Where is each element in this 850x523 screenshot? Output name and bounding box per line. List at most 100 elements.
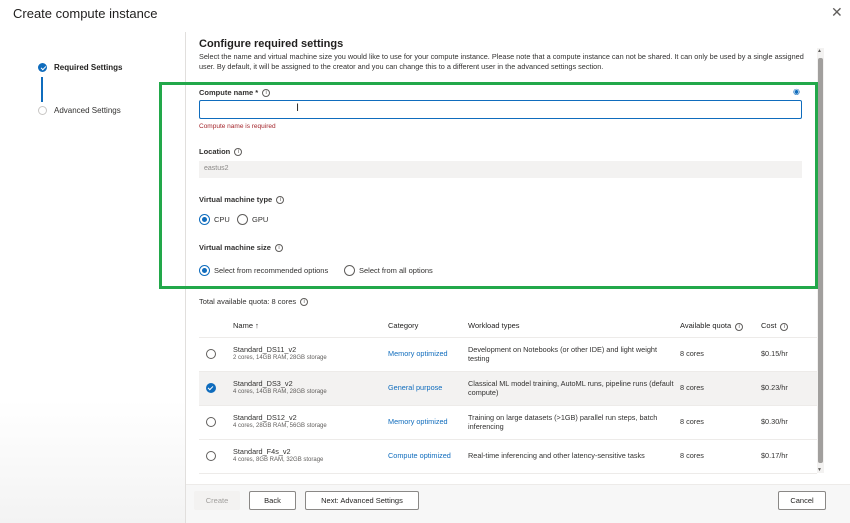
table-header-row: Name ↑ Category Workload types Available… <box>199 315 817 338</box>
vm-workload: Development on Notebooks (or other IDE) … <box>468 337 680 372</box>
row-name-cell: Standard_DS11_v2 2 cores, 14GB RAM, 28GB … <box>233 337 388 372</box>
check-circle-icon <box>38 63 47 72</box>
header-workload[interactable]: Workload types <box>468 315 680 338</box>
location-field: eastus2 <box>199 161 802 178</box>
info-icon[interactable]: i <box>262 88 271 97</box>
vm-size-table: Name ↑ Category Workload types Available… <box>199 315 817 474</box>
step-advanced-settings[interactable]: Advanced Settings <box>38 106 121 115</box>
compute-name-input[interactable]: I <box>199 100 802 119</box>
header-quota[interactable]: Available quota i <box>680 315 761 338</box>
vm-type-gpu-radio[interactable]: GPU <box>237 214 268 225</box>
vm-specs: 4 cores, 28GB RAM, 56GB storage <box>233 423 327 429</box>
radio-empty-icon <box>206 349 216 359</box>
info-icon[interactable]: i <box>735 322 744 331</box>
vm-size-recommended-radio[interactable]: Select from recommended options <box>199 265 328 276</box>
scroll-down-icon[interactable]: ▼ <box>817 467 822 473</box>
info-icon[interactable]: i <box>300 297 309 306</box>
section-description: Select the name and virtual machine size… <box>199 52 804 71</box>
vm-cost: $0.23/hr <box>761 371 817 406</box>
vm-size-label: Virtual machine size i <box>199 243 283 252</box>
row-name-cell: Standard_DS3_v2 4 cores, 14GB RAM, 28GB s… <box>233 371 388 406</box>
radio-empty-icon <box>206 417 216 427</box>
radio-selected-icon <box>199 265 210 276</box>
vm-category: Memory optimized <box>388 405 468 440</box>
radio-label: CPU <box>214 215 230 224</box>
section-title: Configure required settings <box>199 38 344 50</box>
wizard-steps: Required Settings Advanced Settings <box>0 32 186 523</box>
vm-quota: 8 cores <box>680 439 761 474</box>
radio-empty-icon <box>344 265 355 276</box>
vm-quota: 8 cores <box>680 337 761 372</box>
header-name[interactable]: Name ↑ <box>233 315 388 338</box>
vm-type-label: Virtual machine type i <box>199 195 285 204</box>
vertical-scrollbar[interactable]: ▲ ▼ <box>817 48 824 473</box>
radio-label: Select from all options <box>359 266 433 275</box>
vm-workload: Classical ML model training, AutoML runs… <box>468 371 680 406</box>
scroll-up-icon[interactable]: ▲ <box>817 48 822 54</box>
radio-empty-icon <box>237 214 248 225</box>
text-cursor-icon: I <box>296 102 300 114</box>
back-button[interactable]: Back <box>249 491 296 510</box>
vm-size-all-radio[interactable]: Select from all options <box>344 265 433 276</box>
row-name-cell: Standard_DS12_v2 4 cores, 28GB RAM, 56GB … <box>233 405 388 440</box>
vm-workload: Training on large datasets (>1GB) parall… <box>468 405 680 440</box>
table-row[interactable]: Standard_DS11_v2 2 cores, 14GB RAM, 28GB … <box>199 337 817 372</box>
next-advanced-settings-button[interactable]: Next: Advanced Settings <box>305 491 419 510</box>
quota-label: Total available quota: 8 cores i <box>199 297 309 306</box>
vm-category: Compute optimized <box>388 439 468 474</box>
vm-quota: 8 cores <box>680 405 761 440</box>
row-radio[interactable] <box>199 439 233 474</box>
dialog-footer: Create Back Next: Advanced Settings Canc… <box>186 484 850 523</box>
title-bar: Create compute instance ✕ <box>0 0 850 32</box>
info-icon[interactable]: i <box>274 243 283 252</box>
row-radio[interactable] <box>199 337 233 372</box>
header-category[interactable]: Category <box>388 315 468 338</box>
vm-category: General purpose <box>388 371 468 406</box>
vm-quota: 8 cores <box>680 371 761 406</box>
vm-cost: $0.15/hr <box>761 337 817 372</box>
info-icon[interactable]: i <box>276 195 285 204</box>
table-row[interactable]: Standard_DS3_v2 4 cores, 14GB RAM, 28GB s… <box>199 371 817 406</box>
close-icon[interactable]: ✕ <box>831 4 843 21</box>
header-cost-text: Cost <box>761 320 777 330</box>
row-radio[interactable] <box>199 405 233 440</box>
compute-name-error: Compute name is required <box>199 123 276 130</box>
compute-name-label-text: Compute name * <box>199 88 259 97</box>
quota-text: Total available quota: 8 cores <box>199 297 297 306</box>
vm-name: Standard_DS12_v2 <box>233 412 297 422</box>
table-row[interactable]: Standard_DS12_v2 4 cores, 28GB RAM, 56GB … <box>199 405 817 440</box>
step-required-settings[interactable]: Required Settings <box>38 63 122 72</box>
vm-workload: Real-time inferencing and other latency-… <box>468 439 680 474</box>
vm-specs: 2 cores, 14GB RAM, 28GB storage <box>233 355 327 361</box>
radio-empty-icon <box>206 451 216 461</box>
create-button[interactable]: Create <box>194 491 240 510</box>
eye-icon[interactable]: ◉ <box>793 87 800 96</box>
step-progress-line <box>41 77 43 102</box>
row-radio[interactable] <box>199 371 233 406</box>
scrollbar-thumb[interactable] <box>818 58 823 463</box>
step-label: Advanced Settings <box>54 106 121 115</box>
header-cost[interactable]: Cost i <box>761 315 817 338</box>
vm-type-cpu-radio[interactable]: CPU <box>199 214 230 225</box>
radio-label: Select from recommended options <box>214 266 329 275</box>
dialog-title: Create compute instance <box>13 6 158 21</box>
info-icon[interactable]: i <box>234 147 243 156</box>
compute-name-label: Compute name * i <box>199 88 271 97</box>
location-label-text: Location <box>199 147 231 156</box>
vm-cost: $0.17/hr <box>761 439 817 474</box>
table-row[interactable]: Standard_F4s_v2 4 cores, 8GB RAM, 32GB st… <box>199 439 817 474</box>
vm-name: Standard_F4s_v2 <box>233 446 291 456</box>
check-circle-icon <box>206 383 216 393</box>
radio-selected-icon <box>199 214 210 225</box>
header-quota-text: Available quota <box>680 320 732 330</box>
main-panel: Configure required settings Select the n… <box>186 32 824 484</box>
cancel-button[interactable]: Cancel <box>778 491 826 510</box>
vm-cost: $0.30/hr <box>761 405 817 440</box>
vm-specs: 4 cores, 8GB RAM, 32GB storage <box>233 457 324 463</box>
vm-name: Standard_DS11_v2 <box>233 344 297 354</box>
vm-category: Memory optimized <box>388 337 468 372</box>
empty-circle-icon <box>38 106 47 115</box>
info-icon[interactable]: i <box>780 322 789 331</box>
vm-name: Standard_DS3_v2 <box>233 378 293 388</box>
vm-specs: 4 cores, 14GB RAM, 28GB storage <box>233 389 327 395</box>
